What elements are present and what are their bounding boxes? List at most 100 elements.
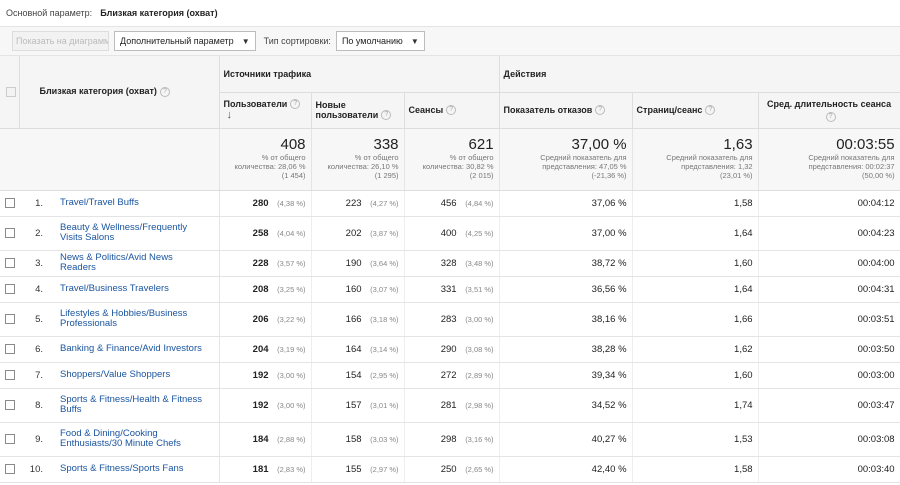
avg-duration-cell: 00:03:00 bbox=[758, 362, 900, 389]
row-number: 4. bbox=[19, 276, 49, 303]
sessions-percent: (3,08 %) bbox=[465, 344, 494, 354]
row-checkbox[interactable] bbox=[4, 433, 15, 444]
users-cell: 192 (3,00 %) bbox=[219, 362, 312, 389]
table-row: 6. Banking & Finance/Avid Investors 204 (3,… bbox=[0, 336, 900, 363]
help-icon[interactable]: ? bbox=[290, 99, 301, 110]
new-users-value: 164 bbox=[345, 343, 362, 355]
sort-type-dropdown[interactable]: По умолчанию ▼ bbox=[335, 31, 425, 51]
table-row: 8. Sports & Fitness/Health & Fitness Buff… bbox=[0, 388, 900, 423]
row-checkbox[interactable] bbox=[4, 257, 15, 268]
category-link[interactable]: Lifestyles & Hobbies/Business Profession… bbox=[49, 302, 220, 337]
category-link[interactable]: Travel/Business Travelers bbox=[49, 276, 220, 303]
total-sessions-value: 621 bbox=[468, 135, 494, 153]
avg-duration-cell: 00:04:12 bbox=[758, 190, 900, 217]
avg-duration-cell: 00:03:40 bbox=[758, 456, 900, 483]
table-row: 4. Travel/Business Travelers 208 (3,25 %) 16… bbox=[0, 276, 900, 303]
new-users-percent: (2,95 %) bbox=[370, 370, 399, 380]
category-link[interactable]: Travel/Travel Buffs bbox=[49, 190, 220, 217]
acquisition-group-header: Источники трафика bbox=[219, 56, 500, 93]
avg-duration-cell: 00:03:47 bbox=[758, 388, 900, 423]
total-new-users-caption: (1 295) bbox=[374, 170, 399, 180]
pages-session-cell: 1,64 bbox=[632, 276, 759, 303]
row-number: 6. bbox=[19, 336, 49, 363]
sessions-column-header[interactable]: Сеансы? bbox=[404, 92, 500, 129]
total-bounce-rate-caption: представления: 47,05 % bbox=[542, 161, 627, 171]
sessions-percent: (4,25 %) bbox=[465, 228, 494, 238]
users-value: 181 bbox=[252, 463, 269, 475]
total-bounce-rate-caption: Средний показатель для bbox=[540, 152, 627, 162]
users-value: 208 bbox=[252, 283, 269, 295]
pages-session-cell: 1,53 bbox=[632, 422, 759, 457]
dimension-header[interactable]: Близкая категория (охват)? bbox=[19, 56, 220, 129]
users-cell: 208 (3,25 %) bbox=[219, 276, 312, 303]
row-number: 3. bbox=[19, 250, 49, 277]
help-icon[interactable]: ? bbox=[446, 105, 457, 116]
new-users-percent: (3,87 %) bbox=[370, 228, 399, 238]
caret-down-icon: ▼ bbox=[410, 36, 419, 46]
new-users-cell: 190 (3,64 %) bbox=[311, 250, 405, 277]
pages-session-cell: 1,60 bbox=[632, 362, 759, 389]
sessions-value: 283 bbox=[440, 313, 457, 325]
avg-duration-cell: 00:04:00 bbox=[758, 250, 900, 277]
users-value: 192 bbox=[252, 369, 269, 381]
category-link[interactable]: Food & Dining/Cooking Enthusiasts/30 Min… bbox=[49, 422, 220, 457]
total-users-value: 408 bbox=[280, 135, 306, 153]
sessions-percent: (3,00 %) bbox=[465, 314, 494, 324]
pages-session-header-label: Страниц/сеанс bbox=[636, 104, 703, 115]
users-value: 258 bbox=[252, 227, 269, 239]
new-users-value: 157 bbox=[345, 399, 362, 411]
category-link[interactable]: Sports & Fitness/Sports Fans bbox=[49, 456, 220, 483]
new-users-value: 160 bbox=[345, 283, 362, 295]
sessions-value: 272 bbox=[440, 369, 457, 381]
new-users-percent: (3,64 %) bbox=[370, 258, 399, 268]
users-column-header[interactable]: Пользователи ? ↓ bbox=[219, 92, 312, 129]
behavior-group-label: Действия bbox=[503, 68, 547, 79]
users-cell: 228 (3,57 %) bbox=[219, 250, 312, 277]
bounce-rate-column-header[interactable]: Показатель отказов? bbox=[499, 92, 633, 129]
plot-rows-button[interactable]: Показать на диаграмме bbox=[12, 31, 109, 51]
row-checkbox[interactable] bbox=[4, 369, 15, 380]
row-checkbox[interactable] bbox=[4, 283, 15, 294]
row-number: 9. bbox=[19, 422, 49, 457]
new-users-cell: 223 (4,27 %) bbox=[311, 190, 405, 217]
row-checkbox[interactable] bbox=[4, 313, 15, 324]
new-users-column-header[interactable]: Новые пользователи? bbox=[311, 92, 405, 129]
category-link[interactable]: Beauty & Wellness/Frequently Visits Salo… bbox=[49, 216, 220, 251]
row-checkbox-cell bbox=[0, 276, 19, 303]
avg-duration-column-header[interactable]: Сред. длительность сеанса? bbox=[758, 92, 900, 129]
secondary-dimension-dropdown[interactable]: Дополнительный параметр ▼ bbox=[114, 31, 256, 51]
help-icon[interactable]: ? bbox=[381, 110, 392, 121]
sessions-cell: 298 (3,16 %) bbox=[404, 422, 500, 457]
select-all-checkbox[interactable] bbox=[6, 87, 17, 98]
category-link[interactable]: News & Politics/Avid News Readers bbox=[49, 250, 220, 277]
category-link[interactable]: Banking & Finance/Avid Investors bbox=[49, 336, 220, 363]
new-users-cell: 158 (3,03 %) bbox=[311, 422, 405, 457]
total-sessions-caption: % от общего bbox=[449, 152, 494, 162]
help-icon[interactable]: ? bbox=[159, 87, 170, 98]
bounce-rate-cell: 40,27 % bbox=[499, 422, 633, 457]
total-new-users: 338 % от общего количества: 26,10 % (1 2… bbox=[311, 128, 405, 191]
sessions-value: 331 bbox=[440, 283, 457, 295]
row-checkbox-cell bbox=[0, 190, 19, 217]
table-row: 3. News & Politics/Avid News Readers 228 (3… bbox=[0, 250, 900, 277]
sessions-percent: (3,48 %) bbox=[465, 258, 494, 268]
bounce-rate-header-label: Показатель отказов bbox=[503, 104, 593, 115]
category-link[interactable]: Shoppers/Value Shoppers bbox=[49, 362, 220, 389]
row-checkbox[interactable] bbox=[4, 227, 15, 238]
primary-dimension-value[interactable]: Близкая категория (охват) bbox=[100, 8, 217, 18]
row-checkbox-cell bbox=[0, 422, 19, 457]
totals-row: 408 % от общего количества: 28,06 % (1 4… bbox=[0, 128, 900, 191]
users-cell: 204 (3,19 %) bbox=[219, 336, 312, 363]
row-checkbox[interactable] bbox=[4, 463, 15, 474]
help-icon[interactable]: ? bbox=[825, 111, 836, 122]
row-checkbox[interactable] bbox=[4, 343, 15, 354]
row-checkbox-cell bbox=[0, 336, 19, 363]
sessions-value: 456 bbox=[440, 197, 457, 209]
help-icon[interactable]: ? bbox=[705, 105, 716, 116]
row-checkbox[interactable] bbox=[4, 399, 15, 410]
users-value: 228 bbox=[252, 257, 269, 269]
row-checkbox[interactable] bbox=[4, 197, 15, 208]
category-link[interactable]: Sports & Fitness/Health & Fitness Buffs bbox=[49, 388, 220, 423]
pages-session-column-header[interactable]: Страниц/сеанс? bbox=[632, 92, 759, 129]
help-icon[interactable]: ? bbox=[595, 105, 606, 116]
